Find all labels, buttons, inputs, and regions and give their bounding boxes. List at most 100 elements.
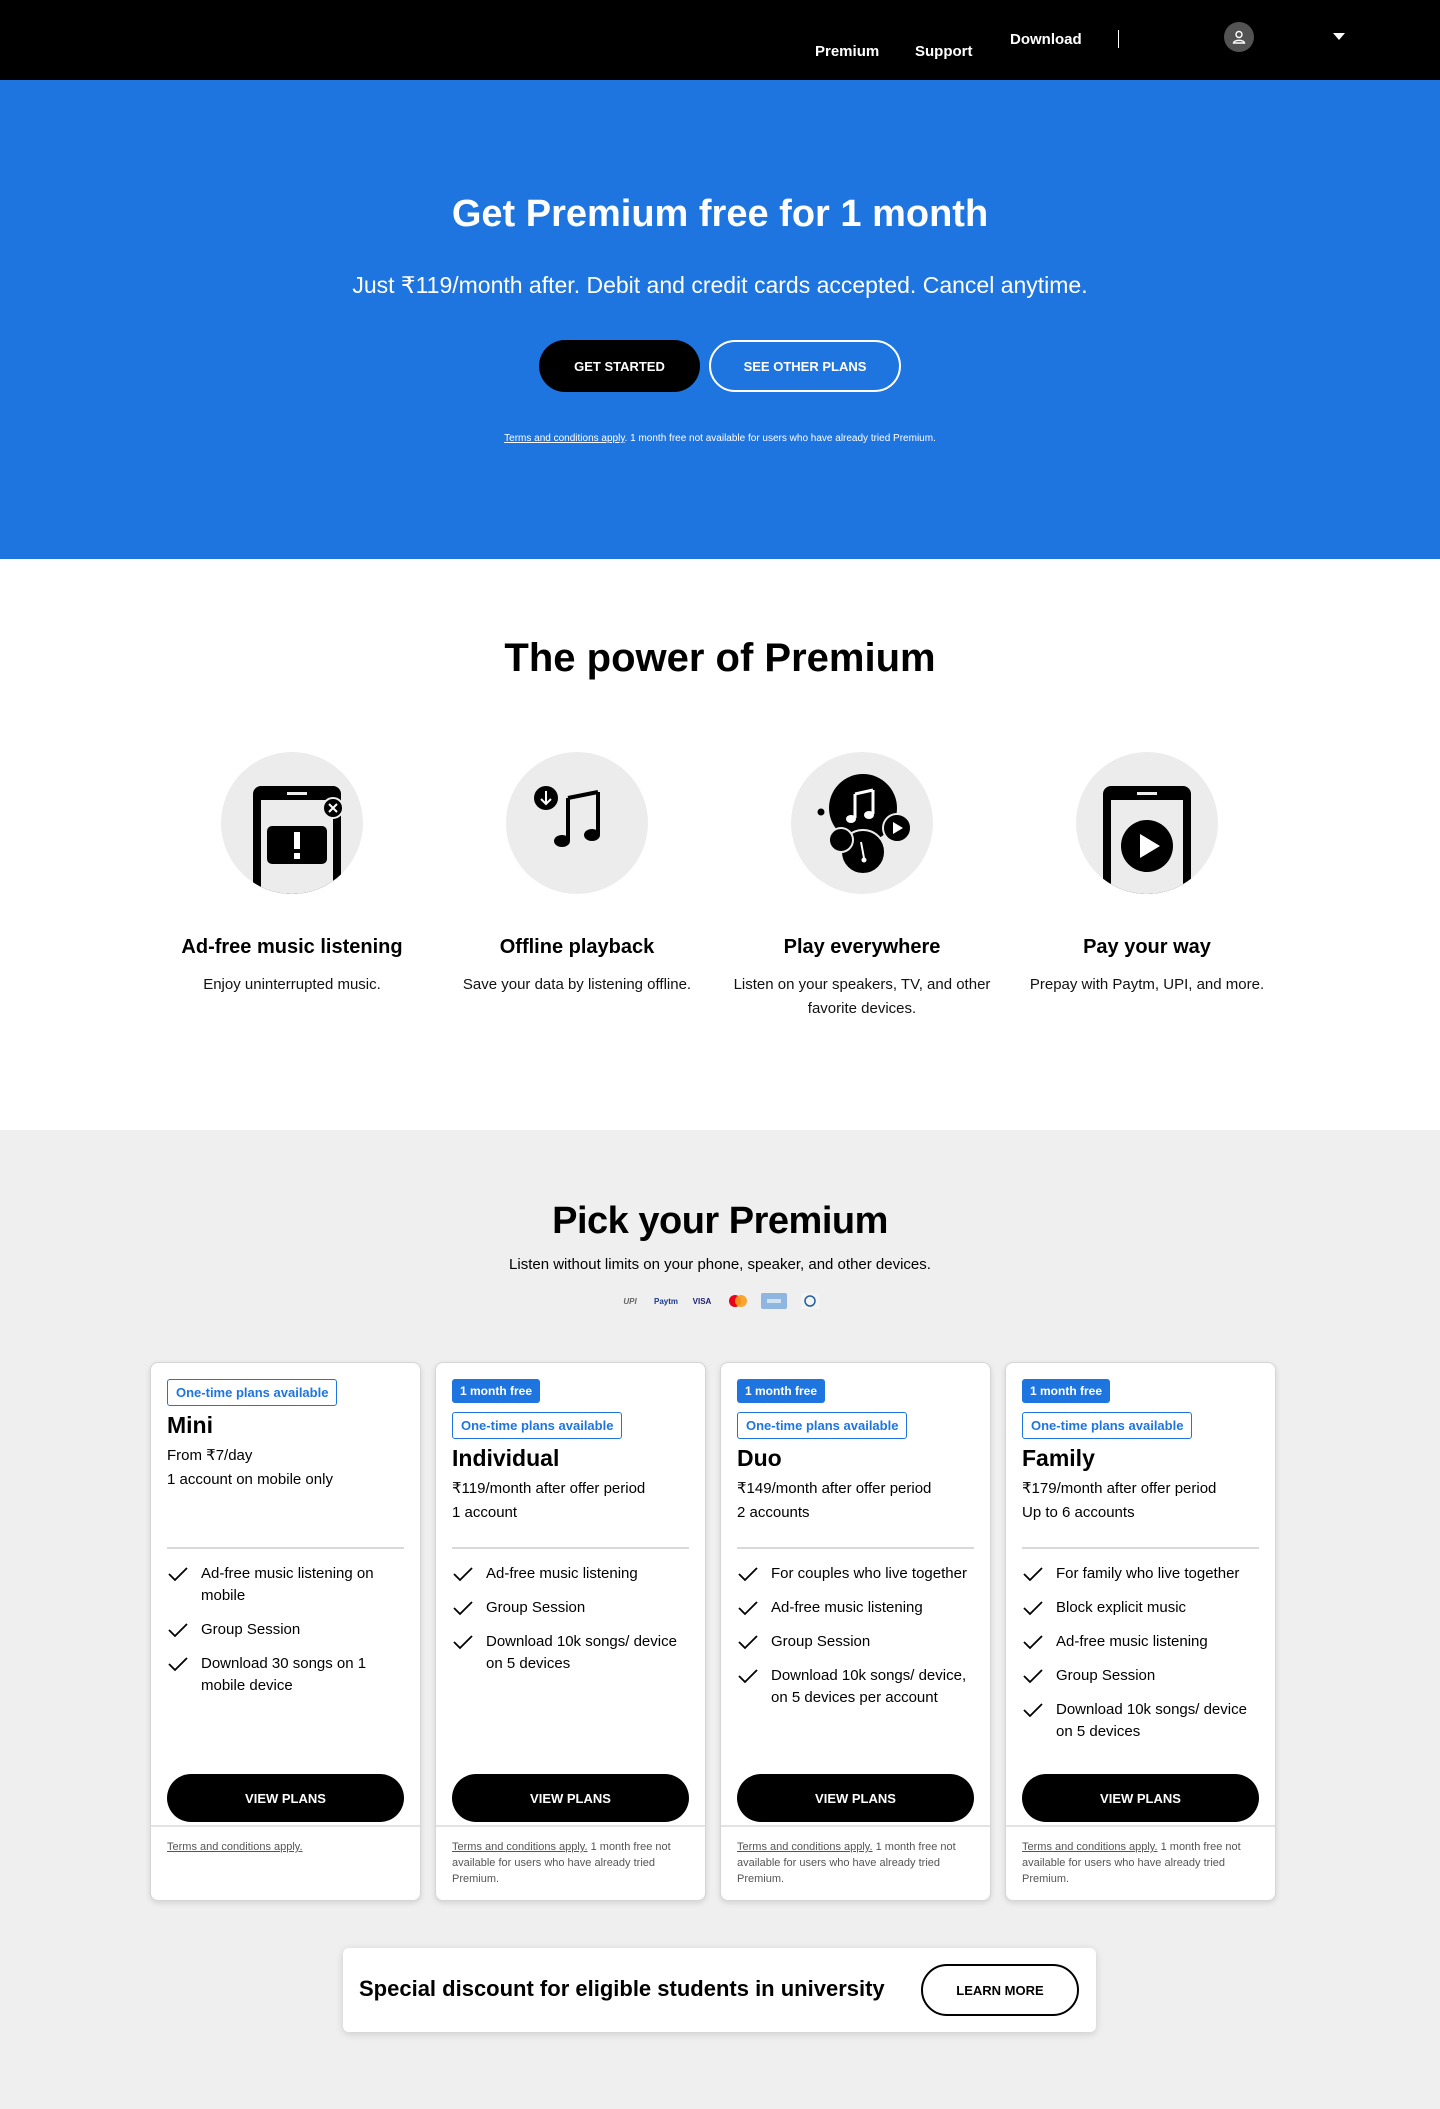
feature-pay-your-way: Pay your way Prepay with Paytm, UPI, and… xyxy=(1017,752,1277,997)
phone-play-icon xyxy=(1076,752,1218,894)
check-icon xyxy=(167,1619,191,1641)
plan-feature: For couples who live together xyxy=(737,1563,974,1585)
view-plans-button[interactable]: VIEW PLANS xyxy=(1022,1774,1259,1822)
plan-divider xyxy=(167,1547,404,1549)
plan-name: Duo xyxy=(737,1445,782,1471)
plan-terms: Terms and conditions apply. 1 month free… xyxy=(1022,1841,1241,1885)
check-icon xyxy=(737,1665,761,1687)
hero-terms: Terms and conditions apply. 1 month free… xyxy=(0,433,1440,444)
feature-title: Play everywhere xyxy=(783,936,941,958)
upi-icon: UPI xyxy=(623,1296,637,1306)
plan-terms-link[interactable]: Terms and conditions apply. xyxy=(167,1841,303,1853)
plan-divider xyxy=(1022,1547,1259,1549)
plan-feature: Group Session xyxy=(1022,1665,1259,1687)
feature-offline: Offline playback Save your data by liste… xyxy=(447,752,707,997)
plan-header: 1 month free One-time plans available Fa… xyxy=(1022,1379,1259,1525)
check-icon xyxy=(737,1597,761,1619)
feature-desc: Save your data by listening offline. xyxy=(462,976,692,993)
plan-feature: Group Session xyxy=(737,1631,974,1653)
feature-title: Offline playback xyxy=(499,936,655,958)
check-icon xyxy=(1022,1665,1046,1687)
plan-feature: Ad-free music listening on mobile xyxy=(167,1563,404,1607)
paytm-icon: Paytm xyxy=(653,1296,678,1306)
feature-play-everywhere: Play everywhere Listen on your speakers,… xyxy=(732,752,992,1021)
profile-avatar[interactable] xyxy=(1224,22,1254,52)
check-icon xyxy=(737,1563,761,1585)
mastercard-icon xyxy=(725,1293,751,1309)
plan-card-individual: 1 month free One-time plans available In… xyxy=(435,1362,706,1901)
check-icon xyxy=(452,1563,476,1585)
one-time-badge: One-time plans available xyxy=(1022,1412,1193,1439)
check-icon xyxy=(1022,1699,1046,1721)
free-month-badge: 1 month free xyxy=(737,1379,826,1403)
plan-features: For couples who live together Ad-free mu… xyxy=(737,1563,974,1721)
user-icon xyxy=(1232,30,1246,44)
plan-terms-link[interactable]: Terms and conditions apply. xyxy=(737,1841,873,1853)
hero-terms-link[interactable]: Terms and conditions apply xyxy=(504,433,624,444)
hero-section: Get Premium free for 1 month Just ₹119/m… xyxy=(0,80,1440,559)
plan-header: 1 month free One-time plans available In… xyxy=(452,1379,689,1525)
plan-price: ₹119/month after offer period xyxy=(452,1480,646,1497)
check-icon xyxy=(1022,1563,1046,1585)
plan-header: 1 month free One-time plans available Du… xyxy=(737,1379,974,1525)
hero-terms-text: . 1 month free not available for users w… xyxy=(624,433,936,444)
plan-feature: Group Session xyxy=(167,1619,404,1641)
view-plans-button[interactable]: VIEW PLANS xyxy=(737,1774,974,1822)
plan-footer-divider xyxy=(1006,1825,1275,1827)
plan-terms: Terms and conditions apply. 1 month free… xyxy=(737,1841,956,1885)
see-other-plans-button[interactable]: SEE OTHER PLANS xyxy=(709,340,901,392)
nav-premium-link[interactable]: Premium xyxy=(815,43,879,60)
plan-terms: Terms and conditions apply. xyxy=(167,1839,404,1855)
plan-terms: Terms and conditions apply. 1 month free… xyxy=(452,1841,671,1885)
check-icon xyxy=(167,1653,191,1675)
get-started-button[interactable]: GET STARTED xyxy=(539,340,700,392)
feature-title: Ad-free music listening xyxy=(181,936,403,958)
plan-card-mini: One-time plans available Mini From ₹7/da… xyxy=(150,1362,421,1901)
check-icon xyxy=(737,1631,761,1653)
plan-header: One-time plans available Mini From ₹7/da… xyxy=(167,1379,404,1492)
feature-ad-free: Ad-free music listening Enjoy uninterrup… xyxy=(162,752,422,997)
power-title: The power of Premium xyxy=(504,636,936,680)
amex-icon xyxy=(761,1293,787,1309)
plan-footer-divider xyxy=(151,1825,420,1827)
plan-accounts: 2 accounts xyxy=(737,1504,810,1521)
payment-methods: UPI Paytm VISA xyxy=(0,1293,1440,1309)
nav-divider xyxy=(1118,30,1119,48)
pick-premium-section: Pick your Premium Listen without limits … xyxy=(0,1130,1440,2109)
plan-feature: Ad-free music listening xyxy=(452,1563,689,1585)
hero-subtitle: Just ₹119/month after. Debit and credit … xyxy=(352,272,1088,298)
visa-icon: VISA xyxy=(692,1296,712,1306)
plan-divider xyxy=(452,1547,689,1549)
plan-feature: Download 10k songs/ device on 5 devices xyxy=(1022,1699,1259,1743)
plan-features: For family who live together Block expli… xyxy=(1022,1563,1259,1755)
profile-caret-down-icon[interactable] xyxy=(1333,33,1345,40)
hero-buttons: GET STARTED SEE OTHER PLANS xyxy=(0,340,1440,392)
plan-terms-link[interactable]: Terms and conditions apply. xyxy=(1022,1841,1158,1853)
free-month-badge: 1 month free xyxy=(1022,1379,1111,1403)
plan-terms-link[interactable]: Terms and conditions apply. xyxy=(452,1841,588,1853)
nav-download-link[interactable]: Download xyxy=(1010,31,1082,48)
check-icon xyxy=(452,1631,476,1653)
view-plans-button[interactable]: VIEW PLANS xyxy=(452,1774,689,1822)
student-discount-text: Special discount for eligible students i… xyxy=(359,1976,885,2001)
plan-price: ₹179/month after offer period xyxy=(1022,1480,1217,1497)
top-nav: Premium Support Download xyxy=(0,0,1440,80)
plan-name: Mini xyxy=(167,1412,213,1438)
learn-more-button[interactable]: LEARN MORE xyxy=(921,1964,1079,2016)
hero-title: Get Premium free for 1 month xyxy=(451,193,989,235)
plan-feature: For family who live together xyxy=(1022,1563,1259,1585)
plan-price: ₹149/month after offer period xyxy=(737,1480,932,1497)
one-time-badge: One-time plans available xyxy=(452,1412,623,1439)
check-icon xyxy=(167,1563,191,1585)
student-discount-banner: Special discount for eligible students i… xyxy=(343,1948,1096,2032)
plan-name: Individual xyxy=(452,1445,560,1471)
plan-feature: Group Session xyxy=(452,1597,689,1619)
nav-support-link[interactable]: Support xyxy=(915,43,973,60)
download-music-icon xyxy=(506,752,648,894)
check-icon xyxy=(1022,1597,1046,1619)
view-plans-button[interactable]: VIEW PLANS xyxy=(167,1774,404,1822)
plan-divider xyxy=(737,1547,974,1549)
one-time-badge: One-time plans available xyxy=(737,1412,908,1439)
one-time-badge: One-time plans available xyxy=(167,1379,338,1406)
plan-name: Family xyxy=(1022,1445,1095,1471)
